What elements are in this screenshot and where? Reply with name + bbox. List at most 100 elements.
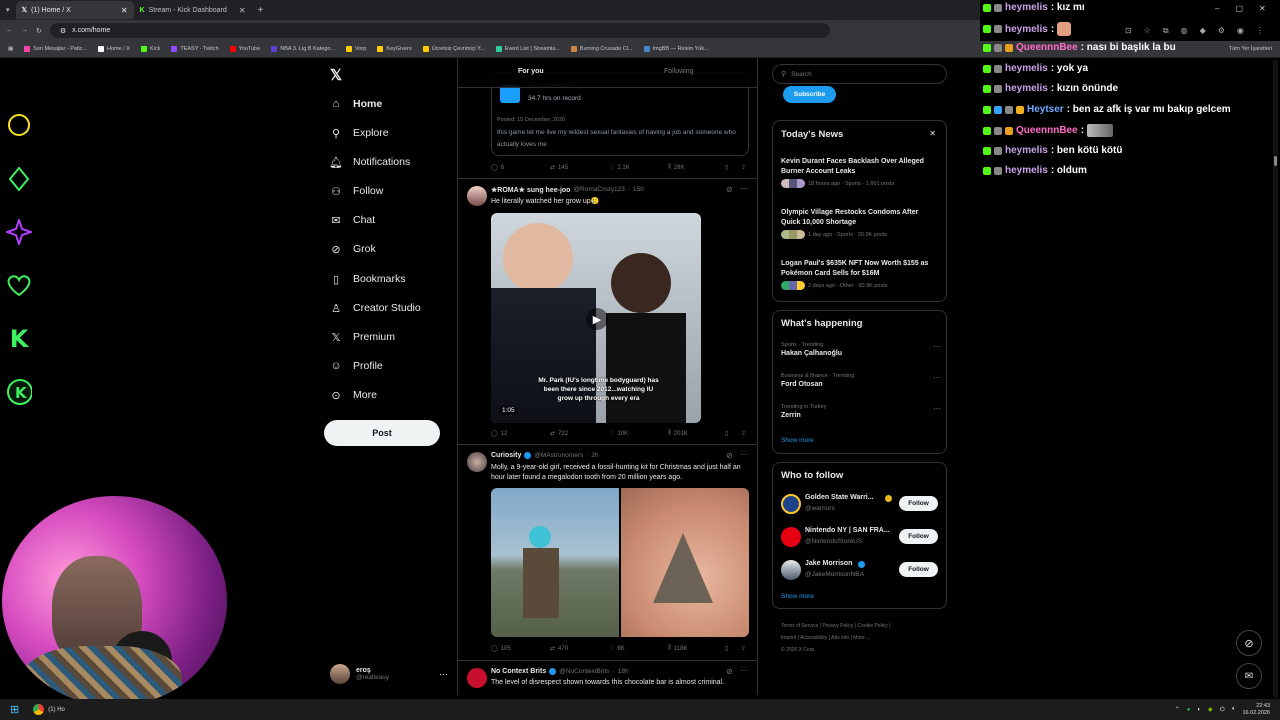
bookmark-button[interactable]: ▯: [725, 430, 728, 437]
nav-follow[interactable]: ⚇ Follow: [329, 184, 383, 198]
like-button[interactable]: ♡ 2.1K: [609, 164, 630, 172]
bookmark-item[interactable]: TEASY - Twitch: [171, 46, 219, 52]
trend-item[interactable]: Business & finance · Trending Ford Otosa…: [781, 373, 941, 388]
network-icon[interactable]: ⌬: [1220, 706, 1225, 713]
close-tab-icon[interactable]: ✕: [239, 6, 246, 15]
footer-link[interactable]: Terms of Service: [781, 623, 818, 629]
bookmark-item[interactable]: NBA 3. Lig B Katego...: [271, 46, 335, 52]
bookmark-item[interactable]: Event List | Streamla...: [495, 46, 560, 52]
footer-link[interactable]: Privacy Policy: [822, 623, 853, 629]
site-info-icon[interactable]: ⚙: [60, 27, 66, 35]
like-button[interactable]: ♡ 8K: [609, 645, 625, 653]
extensions-icon[interactable]: ⚙: [1218, 26, 1225, 36]
trend-item[interactable]: Trending in Turkey Zerrin ⋯: [781, 404, 941, 419]
nvidia-icon[interactable]: ◆: [1208, 706, 1213, 713]
extension-icon[interactable]: ◍: [1181, 26, 1188, 36]
share-button[interactable]: ⇪: [741, 645, 746, 652]
footer-link[interactable]: Cookie Policy: [858, 623, 888, 629]
nav-explore[interactable]: ⚲ Explore: [329, 126, 389, 140]
trend-item[interactable]: Sports · Trending Hakan Çalhanoğlu ⋯: [781, 342, 941, 357]
more-icon[interactable]: ⋯: [933, 342, 941, 351]
tweet-image-tooth[interactable]: [621, 488, 749, 637]
author-name[interactable]: ★ROMA★ sung hee-joo: [491, 186, 570, 194]
reload-icon[interactable]: ↻: [36, 27, 42, 35]
tab-x-home[interactable]: 𝕏 (1) Home / X ✕: [15, 1, 134, 19]
show-more-link[interactable]: Show more: [781, 437, 814, 444]
repost-button[interactable]: ⇄ 145: [550, 164, 568, 172]
windows-start-icon[interactable]: ⊞: [10, 703, 19, 716]
bookmark-button[interactable]: ▯: [725, 164, 728, 171]
tweet-video[interactable]: ▶ Mr. Park (IU's longtime bodyguard) has…: [491, 213, 701, 423]
tweet-time[interactable]: 2h: [591, 452, 598, 459]
steam-icon[interactable]: ◐: [1197, 707, 1201, 713]
avatar[interactable]: [467, 452, 487, 472]
news-item[interactable]: Olympic Village Restocks Condoms After Q…: [781, 208, 939, 239]
nav-home[interactable]: ⌂ Home: [329, 97, 383, 111]
more-icon[interactable]: ⋯: [740, 450, 748, 459]
more-icon[interactable]: ⋯: [740, 184, 748, 193]
nav-bookmarks[interactable]: ▯ Bookmarks: [329, 272, 406, 286]
account-switcher[interactable]: eroş @realteasy ⋯: [330, 662, 448, 686]
tab-list-icon[interactable]: ▾: [0, 6, 16, 14]
url-field[interactable]: ⚙ x.com/home: [49, 23, 830, 38]
more-icon[interactable]: ⋯: [740, 666, 748, 675]
bookmark-item[interactable]: Home / X: [98, 46, 130, 52]
like-button[interactable]: ♡ 10K: [609, 430, 628, 438]
search-input[interactable]: ⚲ Search: [772, 64, 947, 84]
extension-icon[interactable]: ⧉: [1163, 26, 1169, 36]
all-bookmarks[interactable]: Tüm Yer İşaretleri: [1229, 46, 1280, 52]
grok-icon[interactable]: ⊘: [726, 185, 733, 194]
reply-button[interactable]: ◯ 6: [491, 164, 504, 172]
views-button[interactable]: ⫼ 201K: [668, 430, 688, 437]
tab-kick-dashboard[interactable]: K Stream - Kick Dashboard ✕: [134, 1, 252, 19]
messages-float-button[interactable]: ✉: [1236, 663, 1262, 689]
footer-link[interactable]: Accessibility: [800, 635, 827, 641]
page-scrollbar[interactable]: [1273, 60, 1278, 698]
nav-chat[interactable]: ✉ Chat: [329, 213, 375, 227]
nav-more[interactable]: ⊙ More: [329, 388, 377, 402]
tab-for-you[interactable]: For you: [518, 68, 544, 75]
author-handle[interactable]: @RomaCristy123: [573, 186, 624, 194]
close-window-icon[interactable]: ✕: [1259, 4, 1266, 13]
more-icon[interactable]: ⋯: [439, 669, 448, 680]
nav-grok[interactable]: ⊘ Grok: [329, 242, 375, 256]
nav-premium[interactable]: 𝕏 Premium: [329, 330, 395, 344]
author-handle[interactable]: @MAstronomers: [534, 452, 583, 459]
footer-link[interactable]: Ads info: [831, 635, 849, 641]
avatar[interactable]: [467, 186, 487, 206]
views-button[interactable]: ⫼ 28K: [668, 164, 684, 171]
apps-icon[interactable]: ▦: [8, 46, 13, 52]
clock[interactable]: 22:43 16.02.2026: [1242, 703, 1270, 717]
volume-icon[interactable]: 🔈︎: [1232, 706, 1236, 713]
bookmark-item[interactable]: Burning Crusade Cl...: [570, 46, 633, 52]
author-name[interactable]: No Context Brits: [491, 668, 546, 675]
bookmark-item[interactable]: YouTube: [229, 46, 260, 52]
close-tab-icon[interactable]: ✕: [121, 6, 128, 15]
post-button[interactable]: Post: [324, 420, 440, 446]
bookmark-item[interactable]: Ücretsiz Çevrimiçi Y...: [422, 46, 485, 52]
more-icon[interactable]: ⋯: [933, 373, 941, 382]
maximize-icon[interactable]: ▢: [1235, 4, 1243, 13]
grok-float-button[interactable]: ⊘: [1236, 630, 1262, 656]
views-button[interactable]: ⫼ 118K: [668, 645, 687, 652]
tweet-time[interactable]: 15h: [633, 186, 644, 194]
follow-button[interactable]: Follow: [899, 496, 938, 511]
tab-following[interactable]: Following: [664, 68, 694, 75]
chrome-taskbar-button[interactable]: (1) Ho: [33, 704, 65, 715]
subscribe-button[interactable]: Subscribe: [783, 86, 836, 103]
play-icon[interactable]: ▶: [586, 308, 608, 330]
share-button[interactable]: ⇪: [741, 430, 746, 437]
tweet-image-grid[interactable]: [491, 488, 749, 637]
install-icon[interactable]: ⊡: [1125, 26, 1132, 36]
bookmark-item[interactable]: ImgBB — Resim Yük...: [643, 46, 709, 52]
tweet-time[interactable]: 18h: [618, 668, 629, 675]
bookmark-item[interactable]: Son Mesajlar - Patic...: [24, 46, 87, 52]
nav-profile[interactable]: ☺ Profile: [329, 359, 382, 373]
nav-notifications[interactable]: 🔔︎ Notifications: [329, 155, 410, 169]
profile-avatar-icon[interactable]: ◉: [1237, 26, 1244, 36]
tray-chevron-icon[interactable]: ⌃: [1175, 706, 1180, 713]
more-icon[interactable]: ⋯: [933, 404, 941, 413]
footer-link[interactable]: More ...: [853, 635, 870, 641]
bookmark-item[interactable]: Kick: [140, 46, 160, 52]
spotify-icon[interactable]: ●: [1187, 707, 1191, 713]
